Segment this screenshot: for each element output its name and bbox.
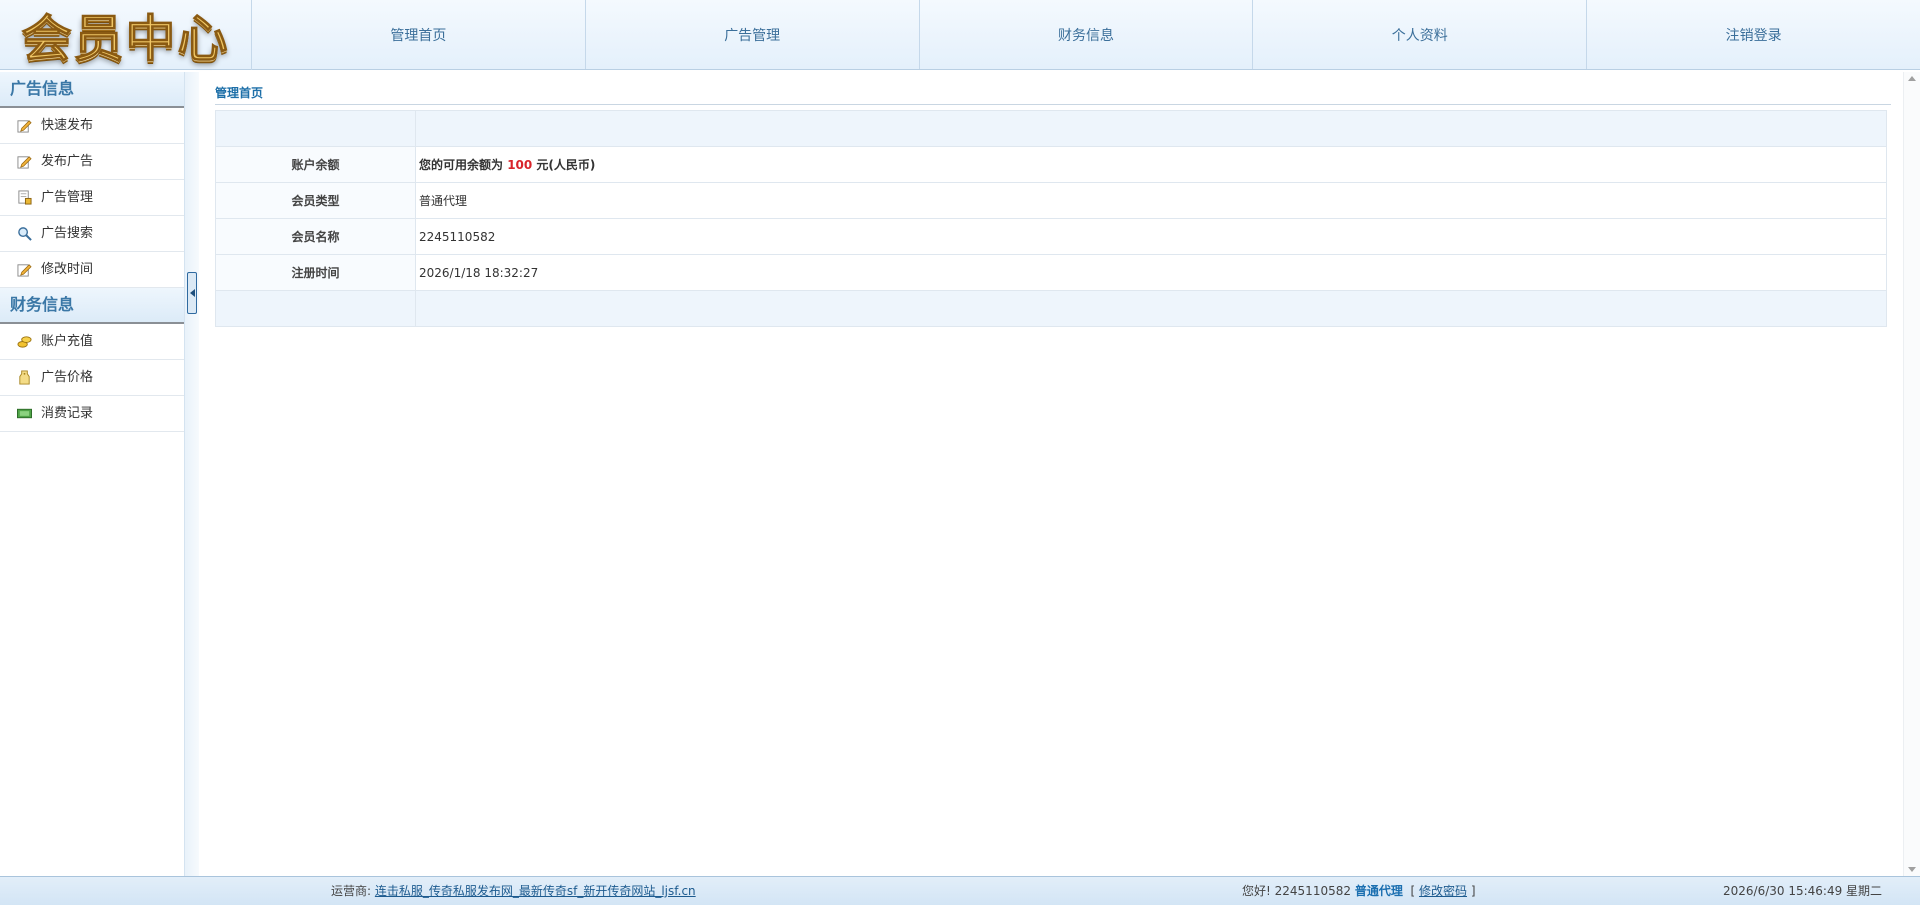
nav-item-profile[interactable]: 个人资料 bbox=[1253, 0, 1588, 69]
row-label: 账户余额 bbox=[215, 146, 416, 183]
price-tag-icon bbox=[16, 369, 33, 386]
sidebar-item-ad-price[interactable]: 广告价格 bbox=[0, 360, 184, 396]
footer: 运营商: 连击私服_传奇私服发布网_最新传奇sf_新开传奇网站_ljsf.cn … bbox=[0, 876, 1920, 905]
operator-link[interactable]: 连击私服_传奇私服发布网_最新传奇sf_新开传奇网站_ljsf.cn bbox=[375, 884, 696, 898]
nav-item-finance[interactable]: 财务信息 bbox=[920, 0, 1254, 69]
row-label: 会员类型 bbox=[215, 182, 416, 219]
sidebar-item-label: 广告搜索 bbox=[41, 225, 94, 241]
sidebar-gutter bbox=[185, 72, 199, 876]
account-info-table: 账户余额 您的可用余额为 100 元(人民币) 会员类型 普通代理 会员名称 2… bbox=[215, 110, 1887, 327]
footer-operator: 运营商: 连击私服_传奇私服发布网_最新传奇sf_新开传奇网站_ljsf.cn bbox=[331, 884, 696, 898]
sidebar-item-label: 发布广告 bbox=[41, 153, 94, 169]
breadcrumb: 管理首页 bbox=[215, 84, 1891, 105]
sidebar-item-modify-time[interactable]: 修改时间 bbox=[0, 252, 184, 288]
scroll-down-icon[interactable] bbox=[1908, 867, 1916, 872]
sidebar-collapse-button[interactable] bbox=[187, 272, 197, 314]
edit-icon bbox=[16, 117, 33, 134]
member-type: 普通代理 bbox=[415, 182, 1887, 219]
logo: 会员中心 bbox=[0, 0, 252, 70]
sidebar-item-quick-publish[interactable]: 快速发布 bbox=[0, 108, 184, 144]
sidebar-item-consumption-records[interactable]: 消费记录 bbox=[0, 396, 184, 432]
sidebar-item-publish-ad[interactable]: 发布广告 bbox=[0, 144, 184, 180]
register-time: 2026/1/18 18:32:27 bbox=[415, 254, 1887, 291]
account-balance: 您的可用余额为 100 元(人民币) bbox=[415, 146, 1887, 183]
footer-member-type: 普通代理 bbox=[1354, 884, 1403, 898]
nav-item-logout[interactable]: 注销登录 bbox=[1587, 0, 1920, 69]
footer-username: 2245110582 bbox=[1274, 884, 1351, 898]
sidebar-item-ad-management[interactable]: 广告管理 bbox=[0, 180, 184, 216]
nav-item-home[interactable]: 管理首页 bbox=[252, 0, 586, 69]
sidebar-item-label: 修改时间 bbox=[41, 261, 94, 277]
row-label: 注册时间 bbox=[215, 254, 416, 291]
header: 会员中心 管理首页 广告管理 财务信息 个人资料 注销登录 bbox=[0, 0, 1920, 70]
table-row: 会员类型 普通代理 bbox=[215, 182, 1887, 219]
footer-user-info: 您好! 2245110582 普通代理 [ 修改密码 ] bbox=[1242, 884, 1476, 898]
top-nav: 管理首页 广告管理 财务信息 个人资料 注销登录 bbox=[252, 0, 1920, 69]
sidebar-item-label: 消费记录 bbox=[41, 405, 94, 421]
document-lock-icon bbox=[16, 189, 33, 206]
table-row bbox=[215, 290, 1887, 327]
table-row: 注册时间 2026/1/18 18:32:27 bbox=[215, 254, 1887, 291]
sidebar-item-label: 账户充值 bbox=[41, 333, 94, 349]
sidebar-item-label: 广告价格 bbox=[41, 369, 94, 385]
edit-icon bbox=[16, 153, 33, 170]
sidebar-item-label: 广告管理 bbox=[41, 189, 94, 205]
magnifier-icon bbox=[16, 225, 33, 242]
scroll-up-icon[interactable] bbox=[1908, 76, 1916, 81]
sidebar-group-title-ads: 广告信息 bbox=[0, 72, 184, 108]
table-row bbox=[215, 110, 1887, 147]
table-row: 账户余额 您的可用余额为 100 元(人民币) bbox=[215, 146, 1887, 183]
table-row: 会员名称 2245110582 bbox=[215, 218, 1887, 255]
sidebar: 广告信息 快速发布 发布广告 广告管理 广告搜索 修改时间 财务信息 账户充值 … bbox=[0, 72, 185, 876]
nav-item-ad-management[interactable]: 广告管理 bbox=[586, 0, 920, 69]
main-content: 管理首页 账户余额 您的可用余额为 100 元(人民币) 会员类型 普通代理 会… bbox=[199, 72, 1903, 876]
sidebar-item-label: 快速发布 bbox=[41, 117, 94, 133]
row-label: 会员名称 bbox=[215, 218, 416, 255]
balance-amount: 100 bbox=[507, 158, 533, 172]
sidebar-item-ad-search[interactable]: 广告搜索 bbox=[0, 216, 184, 252]
edit-icon bbox=[16, 261, 33, 278]
chevron-left-icon bbox=[189, 289, 195, 297]
banknote-icon bbox=[16, 405, 33, 422]
logo-text: 会员中心 bbox=[21, 10, 230, 69]
vertical-scrollbar[interactable] bbox=[1903, 72, 1920, 876]
sidebar-item-recharge[interactable]: 账户充值 bbox=[0, 324, 184, 360]
coins-icon bbox=[16, 333, 33, 350]
change-password-link[interactable]: 修改密码 bbox=[1419, 884, 1467, 898]
sidebar-group-title-finance: 财务信息 bbox=[0, 288, 184, 324]
footer-datetime: 2026/6/30 15:46:49 星期二 bbox=[1723, 884, 1883, 898]
member-name: 2245110582 bbox=[415, 218, 1887, 255]
